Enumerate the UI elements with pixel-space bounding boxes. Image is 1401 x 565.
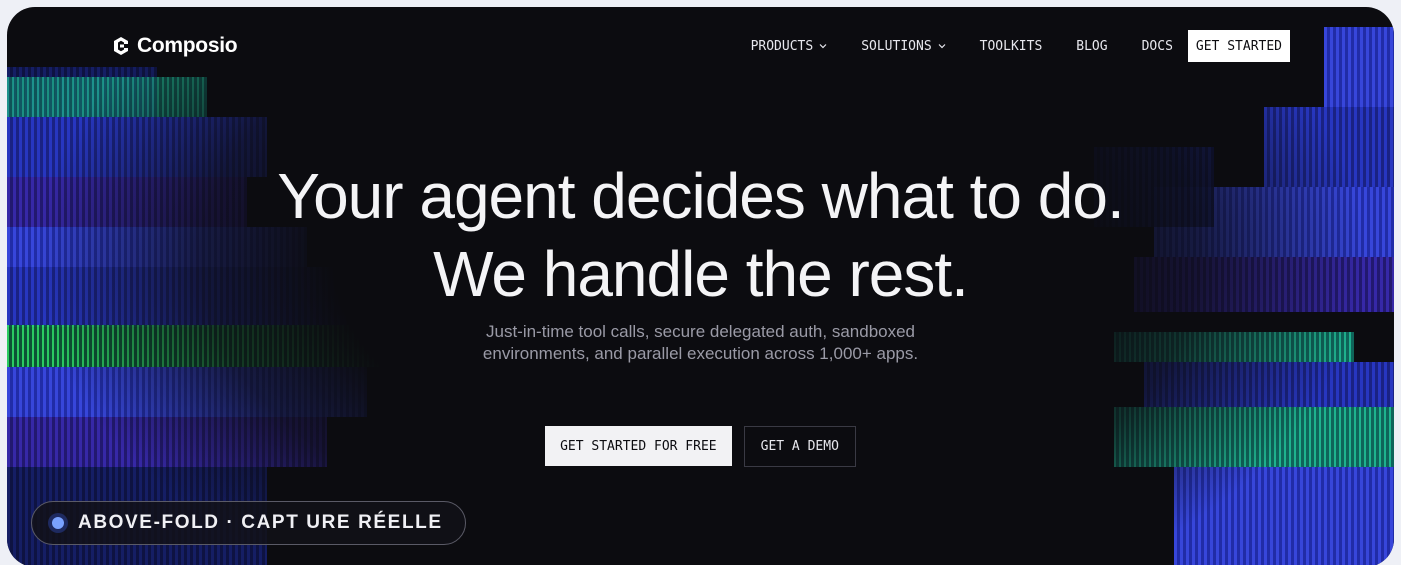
nav-item-blog[interactable]: BLOG [1059, 30, 1124, 62]
hero-frame: Composio PRODUCTS SOLUTIONS TOOLKITS BLO… [7, 7, 1394, 565]
nav-item-docs[interactable]: DOCS [1125, 30, 1188, 62]
nav-item-solutions[interactable]: SOLUTIONS [844, 30, 962, 62]
top-nav: Composio PRODUCTS SOLUTIONS TOOLKITS BLO… [7, 7, 1394, 87]
nav-item-label: TOOLKITS [979, 38, 1043, 54]
hero-title: Your agent decides what to do. We handle… [7, 157, 1394, 313]
nav-item-label: DOCS [1141, 38, 1173, 54]
get-demo-button[interactable]: GET A DEMO [743, 426, 856, 467]
hero-cta-group: GET STARTED FOR FREE GET A DEMO [7, 426, 1394, 467]
hero-subtitle-line: Just-in-time tool calls, secure delegate… [485, 322, 916, 341]
nav-item-products[interactable]: PRODUCTS [734, 30, 845, 62]
nav-item-label: SOLUTIONS [861, 38, 932, 54]
hero-title-line: We handle the rest. [433, 238, 969, 310]
chevron-down-icon [819, 44, 827, 49]
nav-menu: PRODUCTS SOLUTIONS TOOLKITS BLOG DOCS GE… [734, 30, 1290, 62]
hero-subtitle-line: environments, and parallel execution acr… [482, 344, 919, 363]
hero-title-line: Your agent decides what to do. [277, 160, 1125, 232]
brand-logo[interactable]: Composio [111, 34, 238, 58]
nav-item-label: PRODUCTS [750, 38, 814, 54]
nav-item-toolkits[interactable]: TOOLKITS [963, 30, 1060, 62]
status-dot-icon [48, 513, 68, 533]
get-started-free-button[interactable]: GET STARTED FOR FREE [545, 426, 732, 466]
hero-subtitle: Just-in-time tool calls, secure delegate… [7, 321, 1394, 365]
capture-badge: ABOVE-FOLD · CAPT URE RÉELLE [31, 501, 466, 545]
brand-name: Composio [137, 34, 238, 57]
chevron-down-icon [938, 44, 946, 49]
nav-item-label: BLOG [1076, 38, 1108, 54]
composio-logo-icon [114, 37, 128, 55]
get-started-button[interactable]: GET STARTED [1187, 30, 1290, 62]
badge-label: ABOVE-FOLD · CAPT URE RÉELLE [78, 512, 443, 533]
